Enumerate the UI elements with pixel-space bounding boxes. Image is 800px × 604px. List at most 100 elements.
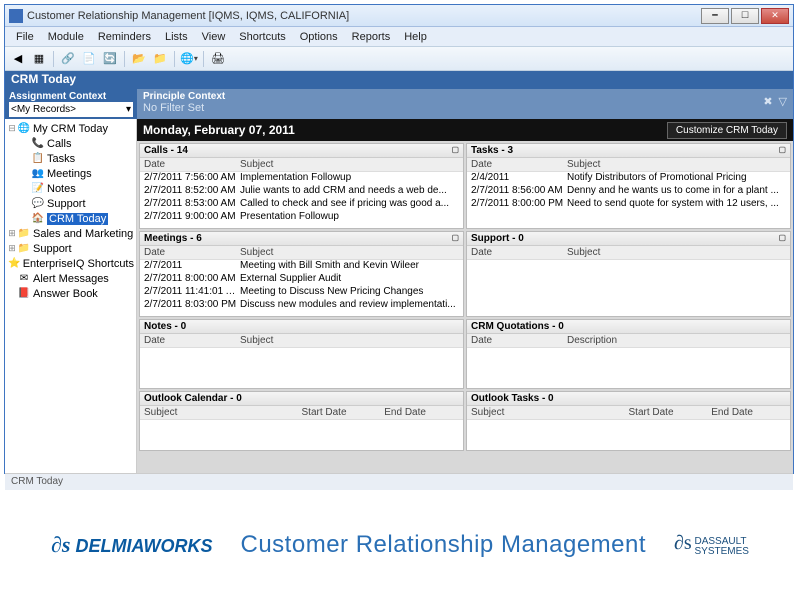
support-title: Support - 0 [471,233,524,244]
toolbar-doc-icon[interactable]: 📄 [80,50,98,68]
table-row[interactable]: 2/7/2011 11:41:01 AMMeeting to Discuss N… [140,286,463,299]
calls-col-date: Date [140,158,236,171]
menu-reminders[interactable]: Reminders [91,29,158,45]
menubar: File Module Reminders Lists View Shortcu… [5,27,793,47]
outlook-tasks-title: Outlook Tasks - 0 [471,393,554,404]
menu-help[interactable]: Help [397,29,434,45]
tree-node[interactable]: 📝Notes [7,181,134,196]
meetings-card: Meetings - 6▢ DateSubject 2/7/2011Meetin… [139,231,464,317]
menu-options[interactable]: Options [293,29,345,45]
menu-view[interactable]: View [195,29,233,45]
table-row[interactable]: 2/7/2011 7:56:00 AMImplementation Follow… [140,172,463,185]
table-row[interactable]: 2/7/2011 8:00:00 AMExternal Supplier Aud… [140,273,463,286]
notes-card: Notes - 0 DateSubject [139,319,464,389]
date-label: Monday, February 07, 2011 [143,123,295,137]
minimize-button[interactable]: ━ [701,8,729,24]
outlook-tasks-card: Outlook Tasks - 0 SubjectStart DateEnd D… [466,391,791,451]
dassault-logo: ∂s DASSAULT SYSTEMES [674,533,749,556]
tree-node[interactable]: ⊞📁Sales and Marketing [7,226,134,241]
outlook-tasks-col-start: Start Date [625,406,708,419]
quotations-card: CRM Quotations - 0 DateDescription [466,319,791,389]
table-row[interactable]: 2/7/2011 8:53:00 AMCalled to check and s… [140,198,463,211]
page-title: CRM Today [5,71,793,89]
table-row[interactable]: 2/7/2011Meeting with Bill Smith and Kevi… [140,260,463,273]
calls-title: Calls - 14 [144,145,188,156]
support-col-subject: Subject [563,246,790,259]
dashboard-grids: Calls - 14▢ DateSubject 2/7/2011 7:56:00… [137,141,793,473]
outlook-tasks-col-subject: Subject [467,406,625,419]
tree-node[interactable]: 📞Calls [7,136,134,151]
filter-icon[interactable]: ▽ [779,95,787,108]
outlook-cal-col-start: Start Date [298,406,381,419]
quotations-title: CRM Quotations - 0 [471,321,564,332]
support-card: Support - 0 ▢ DateSubject [466,231,791,317]
tree-node[interactable]: ✉Alert Messages [7,271,134,286]
tree-node[interactable]: 💬Support [7,196,134,211]
toolbar: ◀ ▦ 🔗 📄 🔄 📂 📁 🌐▾ 🖨 [5,47,793,71]
principle-context-panel: Principle Context No Filter Set ✖ ▽ [137,89,793,119]
notes-col-date: Date [140,334,236,347]
collapse-icon[interactable]: ▢ [451,233,459,244]
tree-node[interactable]: 🏠CRM Today [7,211,134,226]
principle-context-label: Principle Context [143,91,787,102]
tasks-title: Tasks - 3 [471,145,513,156]
status-bar: CRM Today [5,473,793,491]
table-row[interactable]: 2/7/2011 9:00:00 AMPresentation Followup [140,211,463,224]
tree-node[interactable]: ⭐EnterpriseIQ Shortcuts [7,256,134,271]
support-col-date: Date [467,246,563,259]
toolbar-back-icon[interactable]: ◀ [9,50,27,68]
toolbar-print-icon[interactable]: 🖨 [209,50,227,68]
footer-title: Customer Relationship Management [241,531,647,559]
tree-node[interactable]: 👥Meetings [7,166,134,181]
outlook-tasks-col-end: End Date [707,406,790,419]
menu-reports[interactable]: Reports [345,29,398,45]
toolbar-link-icon[interactable]: 🔗 [59,50,77,68]
table-row[interactable]: 2/7/2011 8:00:00 PMNeed to send quote fo… [467,198,790,211]
tasks-col-date: Date [467,158,563,171]
clear-filter-icon[interactable]: ✖ [763,95,772,108]
meetings-title: Meetings - 6 [144,233,202,244]
meetings-col-date: Date [140,246,236,259]
table-row[interactable]: 2/7/2011 8:52:00 AMJulie wants to add CR… [140,185,463,198]
collapse-icon[interactable]: ▢ [778,145,786,156]
outlook-cal-title: Outlook Calendar - 0 [144,393,242,404]
outlook-cal-card: Outlook Calendar - 0 SubjectStart DateEn… [139,391,464,451]
menu-file[interactable]: File [9,29,41,45]
menu-module[interactable]: Module [41,29,91,45]
notes-col-subject: Subject [236,334,463,347]
tree-node[interactable]: ⊟🌐My CRM Today [7,121,134,136]
date-bar: Monday, February 07, 2011 Customize CRM … [137,119,793,141]
calls-card: Calls - 14 ▢ DateSubject 2/7/2011 7:56:00… [139,143,464,229]
table-row[interactable]: 2/4/2011Notify Distributors of Promotion… [467,172,790,185]
maximize-button[interactable]: ☐ [731,8,759,24]
close-button[interactable]: ✕ [761,8,789,24]
table-row[interactable]: 2/7/2011 8:03:00 PMDiscuss new modules a… [140,299,463,312]
assignment-context-label: Assignment Context [9,91,133,102]
tree-node[interactable]: 📕Answer Book [7,286,134,301]
toolbar-globe-icon[interactable]: 🌐▾ [180,50,198,68]
main-panel: Monday, February 07, 2011 Customize CRM … [137,119,793,473]
quotations-col-desc: Description [563,334,790,347]
toolbar-folder-open-icon[interactable]: 📂 [130,50,148,68]
assignment-context-value: <My Records> [11,104,76,115]
window-title: Customer Relationship Management [IQMS, … [27,10,701,22]
assignment-context-dropdown[interactable]: <My Records> ▾ [9,102,133,117]
calls-col-subject: Subject [236,158,463,171]
delmiaworks-logo: ∂s DELMIAWORKS [51,532,212,558]
customize-crm-button[interactable]: Customize CRM Today [667,122,787,139]
tasks-col-subject: Subject [563,158,790,171]
footer: ∂s DELMIAWORKS Customer Relationship Man… [0,490,800,600]
table-row[interactable]: 2/7/2011 8:56:00 AMDenny and he wants us… [467,185,790,198]
toolbar-folder-icon[interactable]: 📁 [151,50,169,68]
titlebar: Customer Relationship Management [IQMS, … [5,5,793,27]
assignment-context-panel: Assignment Context <My Records> ▾ [5,89,137,119]
tree-node[interactable]: ⊞📁Support [7,241,134,256]
nav-tree: ⊟🌐My CRM Today📞Calls📋Tasks👥Meetings📝Note… [5,119,137,473]
toolbar-new-icon[interactable]: ▦ [30,50,48,68]
menu-shortcuts[interactable]: Shortcuts [232,29,292,45]
collapse-icon[interactable]: ▢ [778,233,786,244]
collapse-icon[interactable]: ▢ [451,145,459,156]
menu-lists[interactable]: Lists [158,29,195,45]
tree-node[interactable]: 📋Tasks [7,151,134,166]
toolbar-refresh-icon[interactable]: 🔄 [101,50,119,68]
